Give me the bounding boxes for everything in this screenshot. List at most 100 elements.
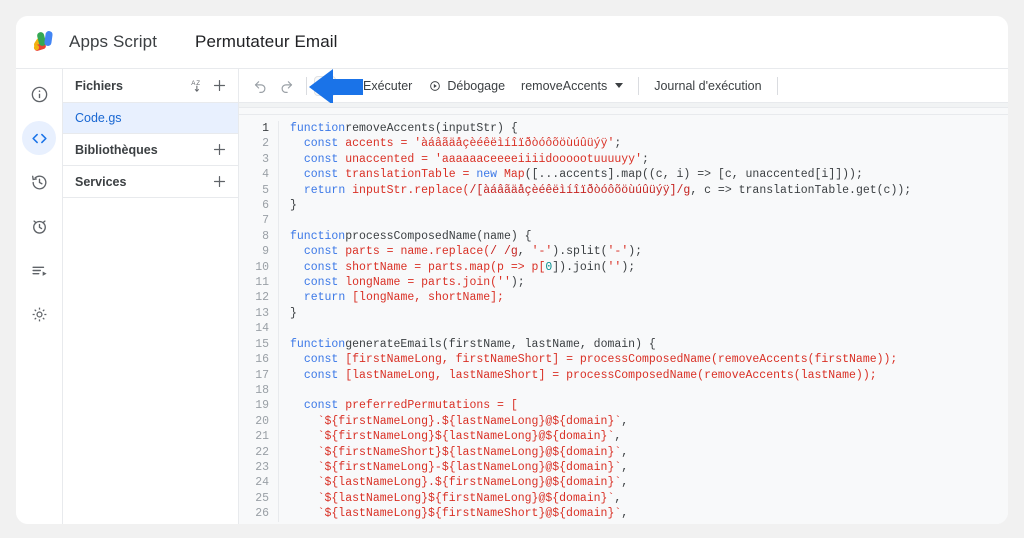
code-line[interactable] — [290, 383, 1008, 398]
code-content[interactable]: functionremoveAccents(inputStr) { const … — [279, 121, 1008, 522]
code-line[interactable] — [290, 321, 1008, 336]
code-line[interactable]: `${lastNameLong}.${firstNameLong}@${doma… — [290, 475, 1008, 490]
line-number: 16 — [255, 353, 269, 367]
line-number: 12 — [255, 291, 269, 305]
line-number: 15 — [255, 337, 269, 351]
code-line[interactable]: `${firstNameLong}-${lastNameLong}@${doma… — [290, 460, 1008, 475]
function-selector[interactable]: removeAccents — [513, 74, 631, 98]
line-number: 2 — [262, 137, 269, 151]
app-body: Fichiers A Z Code.gs Bibliothèques Servi… — [16, 68, 1008, 524]
files-panel-empty-space — [63, 198, 238, 524]
code-editor[interactable]: 1 2 3 4 5 6 7 8 9 10 11 12 13 14 15 16 17 18 19 20 21 22 23 24 2… — [239, 103, 1008, 524]
code-line[interactable]: `${firstNameShort}${lastNameLong}@${doma… — [290, 445, 1008, 460]
line-number: 19 — [255, 399, 269, 413]
files-panel: Fichiers A Z Code.gs Bibliothèques Servi… — [63, 69, 239, 524]
app-header: Apps Script Permutateur Email — [16, 16, 1008, 68]
files-section-header: Fichiers A Z — [63, 69, 238, 103]
line-number: 20 — [255, 414, 269, 428]
history-icon[interactable] — [22, 165, 56, 199]
code-line[interactable]: functiongenerateEmails(firstName, lastNa… — [290, 337, 1008, 352]
project-title[interactable]: Permutateur Email — [195, 32, 337, 52]
files-section-label: Fichiers — [75, 78, 123, 93]
line-number: 26 — [255, 507, 269, 521]
line-number: 1 — [262, 122, 269, 135]
code-line[interactable]: functionremoveAccents(inputStr) { — [290, 121, 1008, 136]
line-number: 4 — [262, 168, 269, 182]
undo-icon[interactable] — [247, 74, 273, 98]
line-number: 8 — [262, 229, 269, 243]
editor-toolbar: Exécuter Débogage removeAccents Journal … — [239, 69, 1008, 105]
code-line[interactable]: const [lastNameLong, lastNameShort] = pr… — [290, 368, 1008, 383]
code-line[interactable] — [290, 213, 1008, 228]
line-number: 13 — [255, 306, 269, 320]
line-number: 9 — [262, 245, 269, 259]
line-number-gutter: 1 2 3 4 5 6 7 8 9 10 11 12 13 14 15 16 17 18 19 20 21 22 23 24 2… — [239, 121, 279, 522]
alarm-clock-icon[interactable] — [22, 209, 56, 243]
editor-top-strip-2 — [239, 108, 1008, 115]
code-line[interactable]: `${lastNameLong}${firstNameShort}@${doma… — [290, 506, 1008, 521]
services-section-header[interactable]: Services — [63, 166, 238, 198]
info-icon[interactable] — [22, 77, 56, 111]
line-number: 7 — [262, 214, 269, 228]
line-number: 18 — [255, 383, 269, 397]
line-number: 6 — [262, 199, 269, 213]
line-number: 10 — [255, 260, 269, 274]
play-icon — [344, 79, 358, 93]
redo-icon[interactable] — [273, 74, 299, 98]
code-icon[interactable] — [22, 121, 56, 155]
services-section-label: Services — [75, 174, 127, 189]
code-line[interactable]: const unaccented = 'aaaaaaceeeeiiiidoooo… — [290, 152, 1008, 167]
line-number: 17 — [255, 368, 269, 382]
line-number: 22 — [255, 445, 269, 459]
code-line[interactable]: const [firstNameLong, firstNameShort] = … — [290, 352, 1008, 367]
apps-script-logo — [30, 27, 60, 57]
libraries-section-label: Bibliothèques — [75, 142, 158, 157]
editor-column: Exécuter Débogage removeAccents Journal … — [239, 69, 1008, 524]
code-line[interactable]: } — [290, 198, 1008, 213]
libraries-section-header[interactable]: Bibliothèques — [63, 134, 238, 166]
code-line[interactable]: const longName = parts.join(''); — [290, 275, 1008, 290]
file-item-code-gs[interactable]: Code.gs — [63, 103, 238, 134]
line-number: 14 — [255, 322, 269, 336]
code-line[interactable]: const preferredPermutations = [ — [290, 398, 1008, 413]
code-line[interactable]: return [longName, shortName]; — [290, 290, 1008, 305]
toolbar-divider-2 — [638, 76, 640, 95]
function-selector-value: removeAccents — [521, 78, 608, 93]
code-line[interactable]: const accents = 'àáâãäåçèéêëìíîïðòóôõöùú… — [290, 136, 1008, 151]
execution-log-label: Journal d'exécution — [654, 78, 762, 93]
executions-list-icon[interactable] — [22, 253, 56, 287]
code-line[interactable]: `${lastNameLong}${firstNameLong}@${domai… — [290, 491, 1008, 506]
toolbar-divider — [306, 76, 307, 95]
code-line[interactable]: const translationTable = new Map([...acc… — [290, 167, 1008, 182]
line-number: 11 — [255, 276, 269, 290]
code-line[interactable]: } — [290, 306, 1008, 321]
line-number: 23 — [255, 460, 269, 474]
save-floppy-icon[interactable] — [314, 75, 336, 96]
debug-label: Débogage — [447, 78, 506, 93]
toolbar-divider-3 — [776, 76, 778, 95]
left-nav-rail — [16, 69, 63, 524]
code-line[interactable]: const parts = name.replace(/ /g, '-').sp… — [290, 244, 1008, 259]
gear-icon[interactable] — [22, 297, 56, 331]
code-area[interactable]: 1 2 3 4 5 6 7 8 9 10 11 12 13 14 15 16 17 18 19 20 21 22 23 24 2… — [239, 115, 1008, 522]
add-file-plus-icon[interactable] — [211, 77, 228, 94]
sort-az-icon[interactable]: A Z — [190, 78, 205, 93]
code-line[interactable]: const shortName = parts.map(p => p[0]).j… — [290, 260, 1008, 275]
add-library-plus-icon[interactable] — [211, 141, 228, 158]
code-line[interactable]: return inputStr.replace(/[àáâãäåçèéêëìíî… — [290, 183, 1008, 198]
svg-text:A: A — [191, 80, 196, 87]
code-line[interactable]: functionprocessComposedName(name) { — [290, 229, 1008, 244]
code-line[interactable]: `${firstNameLong}${lastNameLong}@${domai… — [290, 429, 1008, 444]
line-number: 25 — [255, 491, 269, 505]
file-name-label: Code.gs — [75, 111, 122, 125]
line-number: 3 — [262, 152, 269, 166]
apps-script-window: Apps Script Permutateur Email Fichiers A… — [16, 16, 1008, 524]
debug-button[interactable]: Débogage — [420, 74, 513, 98]
add-service-plus-icon[interactable] — [211, 173, 228, 190]
run-label: Exécuter — [363, 78, 413, 93]
code-line[interactable]: `${firstNameLong}.${lastNameLong}@${doma… — [290, 414, 1008, 429]
execution-log-button[interactable]: Journal d'exécution — [646, 74, 769, 98]
run-button[interactable]: Exécuter — [336, 74, 420, 98]
line-number: 5 — [262, 183, 269, 197]
app-name-label: Apps Script — [69, 32, 158, 51]
